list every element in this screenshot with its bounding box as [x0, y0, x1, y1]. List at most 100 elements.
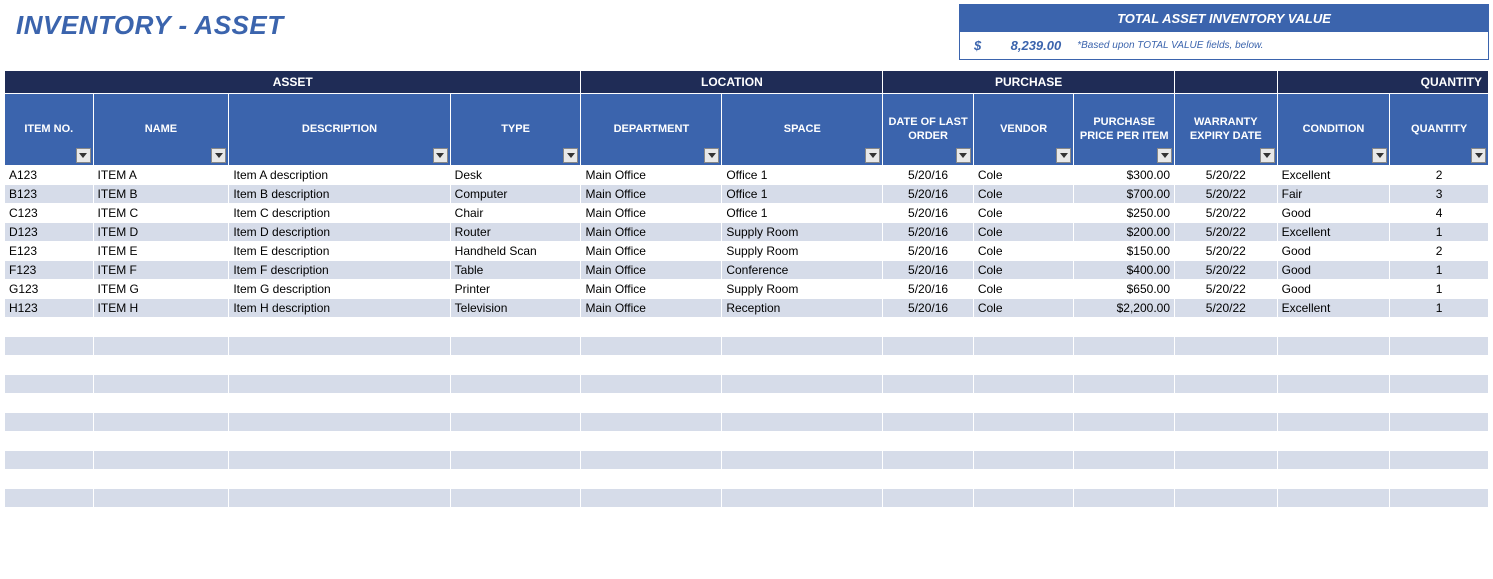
cell-empty[interactable]: [581, 470, 722, 489]
cell-empty[interactable]: [450, 413, 581, 432]
cell-empty[interactable]: [722, 394, 883, 413]
cell-empty[interactable]: [722, 318, 883, 337]
cell-empty[interactable]: [1277, 375, 1390, 394]
cell-vendor[interactable]: Cole: [973, 280, 1074, 299]
cell-empty[interactable]: [1390, 394, 1489, 413]
cell-empty[interactable]: [229, 375, 450, 394]
cell-type[interactable]: Handheld Scan: [450, 242, 581, 261]
cell-empty[interactable]: [973, 489, 1074, 508]
cell-empty[interactable]: [229, 394, 450, 413]
cell-name[interactable]: ITEM F: [93, 261, 229, 280]
cell-type[interactable]: Chair: [450, 204, 581, 223]
cell-empty[interactable]: [883, 470, 974, 489]
filter-icon[interactable]: [211, 148, 226, 163]
cell-empty[interactable]: [93, 394, 229, 413]
cell-item_no[interactable]: H123: [5, 299, 94, 318]
cell-name[interactable]: ITEM E: [93, 242, 229, 261]
cell-empty[interactable]: [1175, 451, 1278, 470]
table-row[interactable]: F123ITEM FItem F descriptionTableMain Of…: [5, 261, 1489, 280]
cell-empty[interactable]: [581, 432, 722, 451]
cell-condition[interactable]: Excellent: [1277, 223, 1390, 242]
cell-empty[interactable]: [229, 318, 450, 337]
cell-empty[interactable]: [722, 375, 883, 394]
cell-item_no[interactable]: F123: [5, 261, 94, 280]
cell-empty[interactable]: [5, 470, 94, 489]
cell-item_no[interactable]: B123: [5, 185, 94, 204]
cell-department[interactable]: Main Office: [581, 223, 722, 242]
cell-vendor[interactable]: Cole: [973, 223, 1074, 242]
cell-department[interactable]: Main Office: [581, 166, 722, 185]
cell-empty[interactable]: [1074, 375, 1175, 394]
cell-empty[interactable]: [1390, 432, 1489, 451]
cell-condition[interactable]: Good: [1277, 204, 1390, 223]
filter-icon[interactable]: [563, 148, 578, 163]
cell-empty[interactable]: [1390, 470, 1489, 489]
cell-empty[interactable]: [93, 318, 229, 337]
cell-warranty[interactable]: 5/20/22: [1175, 166, 1278, 185]
table-row[interactable]: E123ITEM EItem E descriptionHandheld Sca…: [5, 242, 1489, 261]
filter-icon[interactable]: [865, 148, 880, 163]
table-row[interactable]: D123ITEM DItem D descriptionRouterMain O…: [5, 223, 1489, 242]
col-space[interactable]: SPACE: [722, 94, 883, 166]
table-row-empty[interactable]: [5, 394, 1489, 413]
cell-space[interactable]: Reception: [722, 299, 883, 318]
cell-empty[interactable]: [450, 356, 581, 375]
cell-quantity[interactable]: 4: [1390, 204, 1489, 223]
cell-empty[interactable]: [581, 508, 722, 527]
cell-empty[interactable]: [883, 394, 974, 413]
cell-empty[interactable]: [1074, 318, 1175, 337]
cell-empty[interactable]: [93, 375, 229, 394]
table-row-empty[interactable]: [5, 470, 1489, 489]
cell-description[interactable]: Item F description: [229, 261, 450, 280]
cell-empty[interactable]: [450, 394, 581, 413]
cell-empty[interactable]: [1175, 470, 1278, 489]
cell-description[interactable]: Item A description: [229, 166, 450, 185]
cell-empty[interactable]: [722, 451, 883, 470]
filter-icon[interactable]: [76, 148, 91, 163]
cell-condition[interactable]: Excellent: [1277, 166, 1390, 185]
cell-vendor[interactable]: Cole: [973, 166, 1074, 185]
cell-name[interactable]: ITEM D: [93, 223, 229, 242]
cell-empty[interactable]: [973, 318, 1074, 337]
cell-price[interactable]: $650.00: [1074, 280, 1175, 299]
cell-empty[interactable]: [581, 375, 722, 394]
cell-empty[interactable]: [973, 508, 1074, 527]
cell-empty[interactable]: [450, 375, 581, 394]
cell-empty[interactable]: [229, 470, 450, 489]
cell-condition[interactable]: Good: [1277, 280, 1390, 299]
cell-department[interactable]: Main Office: [581, 280, 722, 299]
cell-type[interactable]: Computer: [450, 185, 581, 204]
table-row-empty[interactable]: [5, 451, 1489, 470]
cell-empty[interactable]: [973, 375, 1074, 394]
cell-empty[interactable]: [1175, 432, 1278, 451]
cell-empty[interactable]: [1175, 356, 1278, 375]
cell-description[interactable]: Item E description: [229, 242, 450, 261]
cell-name[interactable]: ITEM C: [93, 204, 229, 223]
col-warranty[interactable]: WARRANTY EXPIRY DATE: [1175, 94, 1278, 166]
cell-empty[interactable]: [973, 451, 1074, 470]
cell-empty[interactable]: [93, 489, 229, 508]
cell-item_no[interactable]: D123: [5, 223, 94, 242]
cell-empty[interactable]: [1390, 489, 1489, 508]
filter-icon[interactable]: [1471, 148, 1486, 163]
cell-empty[interactable]: [581, 394, 722, 413]
cell-empty[interactable]: [581, 318, 722, 337]
cell-department[interactable]: Main Office: [581, 204, 722, 223]
filter-icon[interactable]: [1157, 148, 1172, 163]
cell-empty[interactable]: [229, 337, 450, 356]
cell-empty[interactable]: [883, 489, 974, 508]
cell-empty[interactable]: [450, 451, 581, 470]
cell-empty[interactable]: [1277, 470, 1390, 489]
cell-date[interactable]: 5/20/16: [883, 185, 974, 204]
cell-empty[interactable]: [1074, 432, 1175, 451]
cell-empty[interactable]: [93, 337, 229, 356]
cell-department[interactable]: Main Office: [581, 261, 722, 280]
cell-department[interactable]: Main Office: [581, 299, 722, 318]
cell-empty[interactable]: [450, 337, 581, 356]
cell-price[interactable]: $200.00: [1074, 223, 1175, 242]
cell-price[interactable]: $250.00: [1074, 204, 1175, 223]
cell-description[interactable]: Item H description: [229, 299, 450, 318]
filter-icon[interactable]: [956, 148, 971, 163]
cell-empty[interactable]: [1277, 356, 1390, 375]
cell-empty[interactable]: [93, 356, 229, 375]
